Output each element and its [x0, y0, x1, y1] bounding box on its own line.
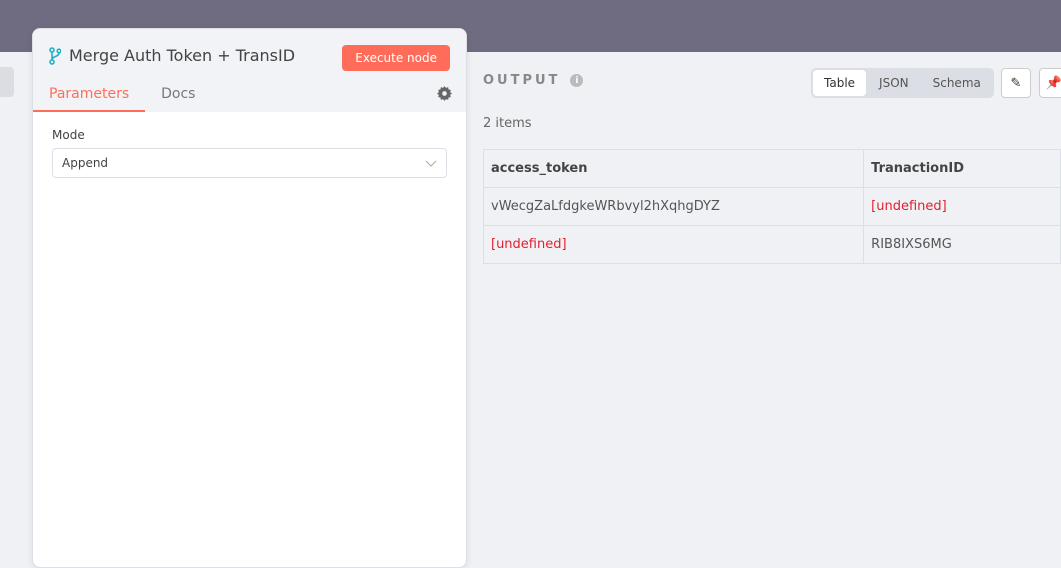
info-icon[interactable]: i: [570, 74, 584, 87]
table-cell: RIB8IXS6MG: [863, 225, 1061, 264]
mode-label: Mode: [52, 128, 85, 142]
pin-button[interactable]: 📌: [1039, 68, 1061, 98]
tab-docs[interactable]: Docs: [145, 86, 211, 112]
table-header-row: access_token TranactionID: [482, 149, 1061, 188]
view-switcher: Table JSON Schema: [811, 68, 994, 98]
view-table[interactable]: Table: [813, 70, 867, 96]
merge-icon: [49, 46, 61, 65]
table-cell: [undefined]: [482, 225, 865, 264]
pencil-icon: ✎: [1010, 75, 1022, 91]
view-json[interactable]: JSON: [868, 70, 920, 96]
column-header: TranactionID: [863, 149, 1061, 188]
column-header: access_token: [482, 149, 865, 188]
edit-button[interactable]: ✎: [1001, 68, 1031, 98]
tab-parameters[interactable]: Parameters: [33, 86, 146, 112]
node-parameters-panel: Merge Auth Token + TransID Execute node …: [32, 28, 467, 568]
gear-icon[interactable]: [437, 86, 452, 101]
mode-value: Append: [62, 156, 109, 170]
execute-node-button[interactable]: Execute node: [342, 45, 450, 71]
table-cell: [undefined]: [863, 187, 1061, 226]
pin-icon: 📌: [1045, 75, 1061, 91]
view-schema[interactable]: Schema: [922, 70, 992, 96]
node-title: Merge Auth Token + TransID: [69, 46, 296, 65]
table-row: [undefined] RIB8IXS6MG: [482, 225, 1061, 264]
table-cell: vWecgZaLfdgkeWRbvyl2hXqhgDYZ: [482, 187, 865, 226]
input-panel-edge: [0, 67, 14, 97]
chevron-down-icon: [425, 160, 437, 167]
item-count: 2 items: [483, 116, 532, 131]
table-row: vWecgZaLfdgkeWRbvyl2hXqhgDYZ [undefined]: [482, 187, 1061, 226]
mode-select[interactable]: Append: [52, 148, 447, 178]
output-label: OUTPUT: [483, 73, 561, 88]
output-table: access_token TranactionID vWecgZaLfdgkeW…: [482, 149, 1061, 264]
